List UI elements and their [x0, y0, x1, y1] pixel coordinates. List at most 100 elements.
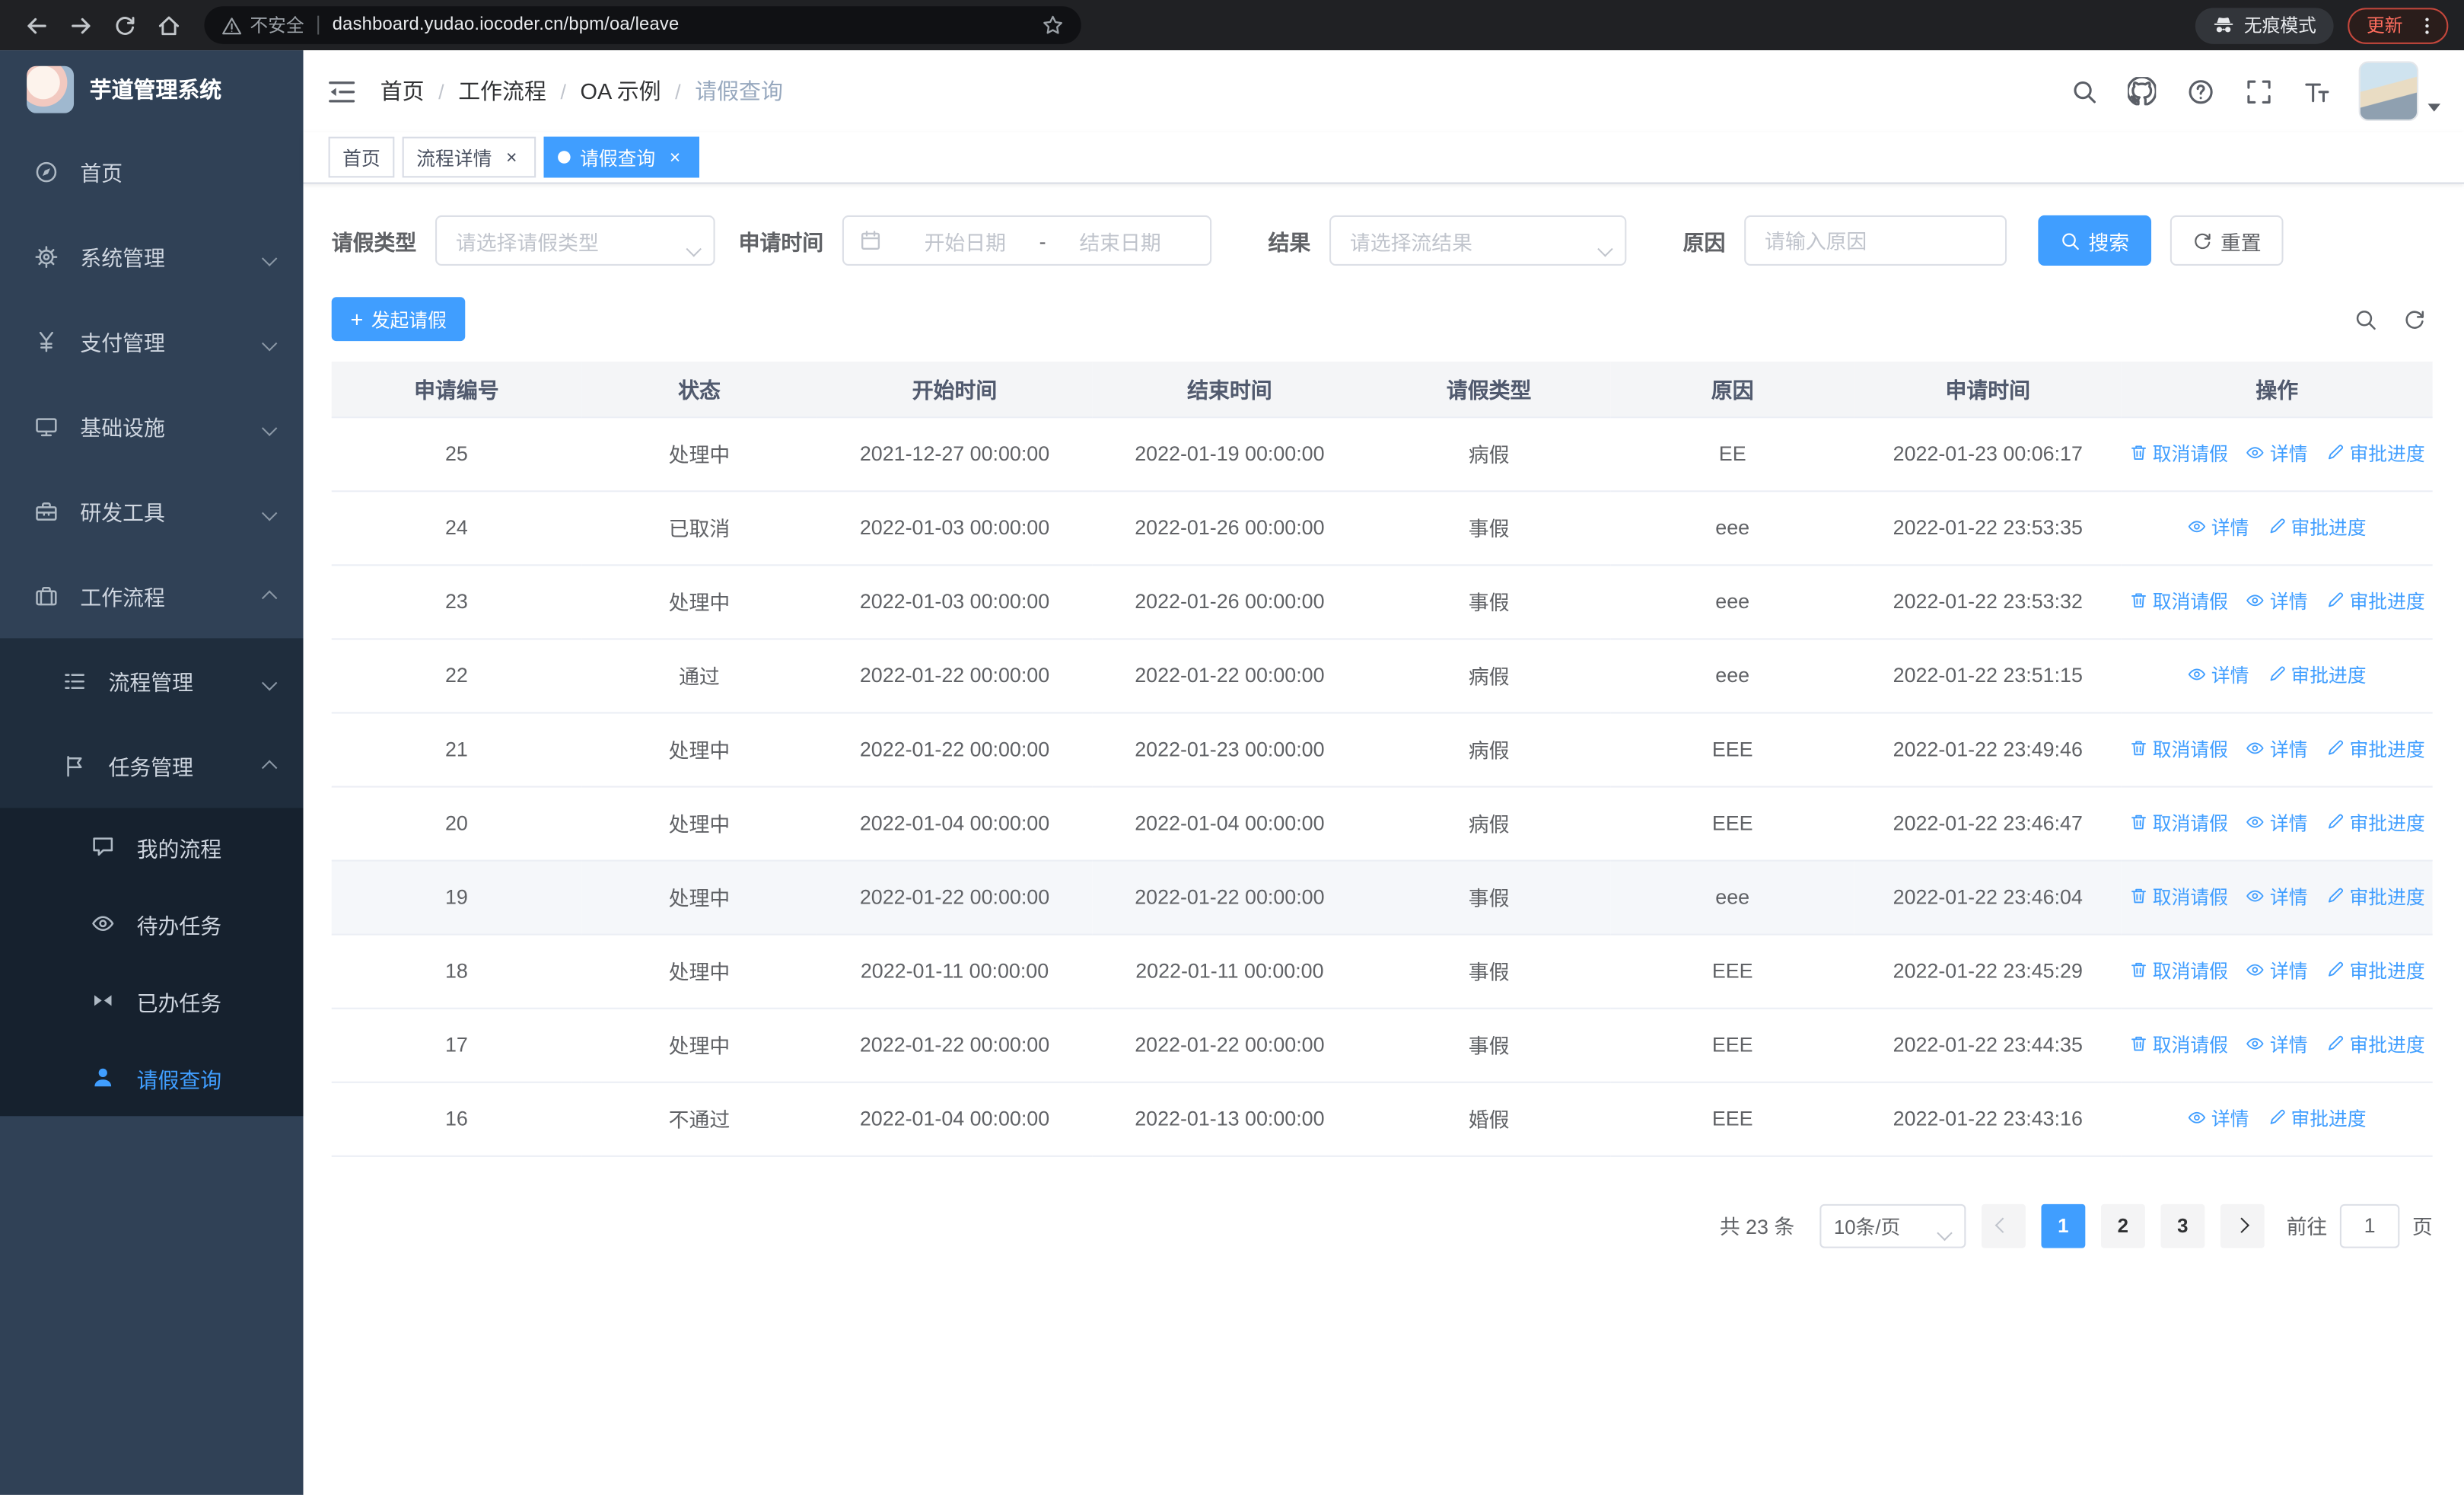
filter-form: 请假类型 请选择请假类型 申请时间 开始日期 - 结束日期 结果 请选择流结果 …: [332, 215, 2433, 266]
table-row[interactable]: 24 已取消 2022-01-03 00:00:00 2022-01-26 00…: [331, 490, 2433, 566]
bookmark-star-icon[interactable]: [1042, 14, 1064, 37]
prev-page-button[interactable]: [1981, 1203, 2026, 1248]
github-icon[interactable]: [2126, 75, 2157, 107]
reset-button[interactable]: 重置: [2170, 215, 2284, 266]
browser-update-button[interactable]: 更新: [2348, 7, 2449, 43]
breadcrumb-workflow[interactable]: 工作流程: [458, 75, 546, 107]
edit-icon: [2329, 445, 2344, 460]
close-icon[interactable]: [665, 147, 686, 167]
sidebar-item-leave-query[interactable]: 请假查询: [0, 1039, 304, 1116]
browser-home-icon[interactable]: [148, 5, 189, 46]
table-row[interactable]: 21 处理中 2022-01-22 00:00:00 2022-01-23 00…: [331, 712, 2433, 787]
apply-time-range-picker[interactable]: 开始日期 - 结束日期: [842, 215, 1212, 266]
detail-link[interactable]: 详情: [2246, 1031, 2308, 1057]
update-label: 更新: [2366, 17, 2403, 37]
cancel-leave-link[interactable]: 取消请假: [2129, 735, 2228, 762]
reason-input[interactable]: [1744, 215, 2007, 266]
detail-link[interactable]: 详情: [2246, 883, 2308, 910]
leave-type-select[interactable]: 请选择请假类型: [435, 215, 715, 266]
edit-icon: [2329, 962, 2344, 977]
page-size-select[interactable]: 10条/页: [1819, 1203, 1966, 1248]
approval-progress-link[interactable]: 审批进度: [2267, 661, 2367, 688]
detail-link[interactable]: 详情: [2188, 514, 2249, 540]
browser-back-icon[interactable]: [16, 5, 57, 46]
tab-process-detail[interactable]: 流程详情: [402, 136, 536, 178]
avatar[interactable]: [2358, 61, 2419, 122]
user-menu[interactable]: [2358, 61, 2441, 122]
close-icon[interactable]: [501, 147, 522, 167]
sidebar-item-done-tasks[interactable]: 已办任务: [0, 962, 304, 1039]
search-button[interactable]: 搜索: [2038, 215, 2152, 266]
browser-forward-icon[interactable]: [59, 5, 100, 46]
approval-progress-link[interactable]: 审批进度: [2326, 957, 2425, 983]
sidebar-item-home[interactable]: 首页: [0, 129, 304, 214]
browser-menu-icon[interactable]: [2417, 15, 2437, 36]
cancel-leave-link[interactable]: 取消请假: [2129, 883, 2228, 910]
next-page-button[interactable]: [2220, 1203, 2265, 1248]
detail-link[interactable]: 详情: [2246, 588, 2308, 614]
table-row[interactable]: 16 不通过 2022-01-04 00:00:00 2022-01-13 00…: [331, 1081, 2433, 1156]
sidebar-item-infra[interactable]: 基础设施: [0, 384, 304, 469]
sidebar-item-devtools[interactable]: 研发工具: [0, 468, 304, 553]
sidebar-toggle-icon[interactable]: [304, 50, 380, 132]
font-size-icon[interactable]: [2300, 75, 2332, 107]
sidebar-item-workflow[interactable]: 工作流程: [0, 553, 304, 639]
goto-page-input[interactable]: [2339, 1203, 2400, 1248]
cancel-leave-link[interactable]: 取消请假: [2129, 1031, 2228, 1057]
search-icon[interactable]: [2068, 75, 2099, 107]
help-icon[interactable]: [2184, 75, 2215, 107]
approval-progress-link[interactable]: 审批进度: [2326, 883, 2425, 910]
tab-home[interactable]: 首页: [328, 136, 395, 178]
sidebar-item-my-process[interactable]: 我的流程: [0, 808, 304, 885]
page-button-2[interactable]: 2: [2100, 1203, 2145, 1248]
eye-icon: [2247, 743, 2265, 754]
detail-link[interactable]: 详情: [2246, 735, 2308, 762]
approval-progress-link[interactable]: 审批进度: [2267, 1105, 2367, 1131]
detail-link[interactable]: 详情: [2188, 661, 2249, 688]
address-bar[interactable]: 不安全 dashboard.yudao.iocoder.cn/bpm/oa/le…: [204, 6, 1081, 44]
detail-link[interactable]: 详情: [2188, 1105, 2249, 1131]
approval-progress-link[interactable]: 审批进度: [2326, 588, 2425, 614]
cancel-leave-link[interactable]: 取消请假: [2129, 957, 2228, 983]
result-select[interactable]: 请选择流结果: [1329, 215, 1627, 266]
sidebar-item-system[interactable]: 系统管理: [0, 214, 304, 299]
cell-status: 不通过: [581, 1081, 817, 1156]
sidebar-item-process-mgmt[interactable]: 流程管理: [0, 638, 304, 723]
browser-reload-icon[interactable]: [103, 5, 145, 46]
approval-progress-link[interactable]: 审批进度: [2326, 735, 2425, 762]
approval-progress-link[interactable]: 审批进度: [2267, 514, 2367, 540]
cancel-leave-link[interactable]: 取消请假: [2129, 809, 2228, 836]
approval-progress-link[interactable]: 审批进度: [2326, 1031, 2425, 1057]
table-row[interactable]: 20 处理中 2022-01-04 00:00:00 2022-01-04 00…: [331, 786, 2433, 861]
breadcrumb-oa-example[interactable]: OA 示例: [581, 75, 661, 107]
table-row[interactable]: 22 通过 2022-01-22 00:00:00 2022-01-22 00:…: [331, 638, 2433, 713]
detail-link[interactable]: 详情: [2246, 809, 2308, 836]
approval-progress-link[interactable]: 审批进度: [2326, 809, 2425, 836]
breadcrumb-home[interactable]: 首页: [380, 75, 425, 107]
cancel-leave-link[interactable]: 取消请假: [2129, 588, 2228, 614]
page-button-3[interactable]: 3: [2160, 1203, 2205, 1248]
table-row[interactable]: 18 处理中 2022-01-11 00:00:00 2022-01-11 00…: [331, 933, 2433, 1009]
search-icon: [2062, 232, 2079, 250]
cancel-leave-link[interactable]: 取消请假: [2129, 440, 2228, 467]
sidebar-item-todo-tasks[interactable]: 待办任务: [0, 885, 304, 962]
refresh-icon[interactable]: [2402, 308, 2426, 331]
sidebar-item-payment[interactable]: 支付管理: [0, 298, 304, 384]
detail-link[interactable]: 详情: [2246, 440, 2308, 467]
approval-progress-link[interactable]: 审批进度: [2326, 440, 2425, 467]
table-row[interactable]: 17 处理中 2022-01-22 00:00:00 2022-01-22 00…: [331, 1007, 2433, 1082]
sidebar-item-task-mgmt[interactable]: 任务管理: [0, 723, 304, 808]
fullscreen-icon[interactable]: [2243, 75, 2274, 107]
table-row[interactable]: 19 处理中 2022-01-22 00:00:00 2022-01-22 00…: [331, 859, 2433, 935]
app-logo[interactable]: 芋道管理系统: [0, 50, 304, 129]
table-row[interactable]: 25 处理中 2021-12-27 00:00:00 2022-01-19 00…: [331, 416, 2433, 492]
search-toggle-icon[interactable]: [2354, 308, 2377, 331]
page-button-1[interactable]: 1: [2041, 1203, 2086, 1248]
goto-unit: 页: [2411, 1215, 2433, 1239]
table-row[interactable]: 23 处理中 2022-01-03 00:00:00 2022-01-26 00…: [331, 564, 2433, 639]
cell-end-time: 2022-01-13 00:00:00: [1092, 1081, 1367, 1156]
tab-leave-query[interactable]: 请假查询: [543, 136, 700, 178]
breadcrumb: 首页 / 工作流程 / OA 示例 / 请假查询: [380, 75, 783, 107]
create-leave-button[interactable]: + 发起请假: [331, 297, 466, 342]
detail-link[interactable]: 详情: [2246, 957, 2308, 983]
